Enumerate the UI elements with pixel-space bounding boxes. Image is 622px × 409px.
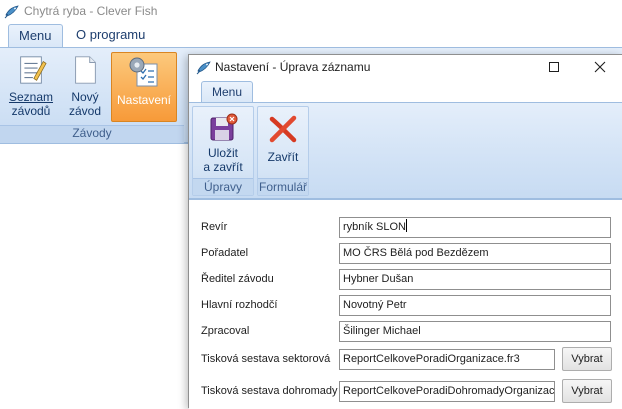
nastaveni-button[interactable]: Nastavení: [111, 52, 177, 122]
vybrat-sektorova-button[interactable]: Vybrat: [562, 347, 612, 371]
tab-menu[interactable]: Menu: [8, 24, 63, 48]
main-tab-bar: Menu O programu: [0, 22, 622, 48]
dialog-title: Nastavení - Úprava záznamu: [215, 60, 371, 74]
poradatel-input[interactable]: MO ČRS Bělá pod Bezdězem: [339, 243, 611, 264]
close-icon: [594, 61, 606, 73]
list-document-icon: [20, 56, 47, 84]
novy-label-line2: závod: [68, 104, 102, 118]
poradatel-label: Pořadatel: [201, 247, 249, 259]
sestava-sektorova-label: Tisková sestava sektorová: [201, 353, 331, 365]
close-x-icon: [269, 115, 297, 143]
main-window-title-bar: Chytrá ryba - Clever Fish: [0, 0, 622, 22]
sestava-sektorova-input[interactable]: ReportCelkovePoradiOrganizace.fr3: [339, 349, 555, 370]
maximize-button[interactable]: [531, 55, 577, 79]
upravy-group: Uložit a zavřít Úpravy: [192, 106, 254, 196]
form-row-sestava-sektorova: Tisková sestava sektorová ReportCelkoveP…: [189, 347, 622, 373]
form-row-hlavni-rozhodci: Hlavní rozhodčí Novotný Petr: [189, 293, 622, 319]
zpracoval-label: Zpracoval: [201, 325, 250, 337]
close-window-button[interactable]: [577, 55, 622, 79]
zavody-group-label: Závody: [72, 126, 112, 140]
ulozit-label-line2: a zavřít: [203, 160, 243, 174]
tab-o-programu[interactable]: O programu: [66, 24, 155, 48]
settings-gear-icon: [129, 57, 158, 87]
fish-app-icon: [196, 61, 211, 75]
form-row-zpracoval: Zpracoval Šilinger Michael: [189, 319, 622, 345]
dialog-tab-menu[interactable]: Menu: [201, 81, 254, 103]
dialog-title-bar: Nastavení - Úprava záznamu: [189, 55, 622, 79]
sestava-dohromady-label: Tisková sestava dohromady: [201, 385, 338, 397]
dialog-ribbon: Uložit a zavřít Úpravy Zavřít Formulář: [189, 102, 622, 200]
novy-zavod-button[interactable]: Nový závod: [62, 54, 108, 118]
zpracoval-input[interactable]: Šilinger Michael: [339, 321, 611, 342]
seznam-label-line1: Seznam: [8, 90, 54, 104]
maximize-icon: [549, 62, 559, 72]
save-disk-icon: [210, 113, 238, 141]
ulozit-label-line1: Uložit: [207, 146, 238, 160]
formular-group-label: Formulář: [258, 178, 308, 195]
seznam-zavodu-button[interactable]: Seznam závodů: [8, 54, 54, 118]
nastaveni-label: Nastavení: [116, 93, 172, 107]
fish-app-icon: [4, 5, 19, 19]
settings-dialog: Nastavení - Úprava záznamu Menu Uložit a…: [188, 54, 622, 409]
settings-form: Revír rybník SLON Pořadatel MO ČRS Bělá …: [189, 201, 622, 409]
dialog-tab-bar: Menu: [189, 79, 622, 103]
novy-label-line1: Nový: [71, 90, 99, 104]
form-row-poradatel: Pořadatel MO ČRS Bělá pod Bezdězem: [189, 241, 622, 267]
hlavni-rozhodci-input[interactable]: Novotný Petr: [339, 295, 611, 316]
zavrit-label: Zavřít: [267, 150, 299, 164]
revir-input[interactable]: rybník SLON: [339, 217, 611, 238]
zavrit-button[interactable]: Zavřít: [260, 113, 306, 164]
form-row-revir: Revír rybník SLON: [189, 215, 622, 241]
revir-label: Revír: [201, 221, 228, 233]
reditel-input[interactable]: Hybner Dušan: [339, 269, 611, 290]
formular-group: Zavřít Formulář: [257, 106, 309, 196]
upravy-group-label: Úpravy: [193, 178, 253, 195]
seznam-label-line2: závodů: [11, 104, 51, 118]
main-window-title: Chytrá ryba - Clever Fish: [24, 4, 158, 18]
hlavni-rozhodci-label: Hlavní rozhodčí: [201, 299, 278, 311]
revir-value: rybník SLON: [343, 221, 406, 233]
reditel-label: Ředitel závodu: [201, 273, 274, 285]
text-caret: [405, 219, 407, 232]
ulozit-a-zavrit-button[interactable]: Uložit a zavřít: [195, 113, 251, 174]
vybrat-dohromady-button[interactable]: Vybrat: [562, 379, 612, 403]
form-row-reditel: Ředitel závodu Hybner Dušan: [189, 267, 622, 293]
sestava-dohromady-input[interactable]: ReportCelkovePoradiDohromadyOrganizace.: [339, 381, 555, 402]
form-row-sestava-dohromady: Tisková sestava dohromady ReportCelkoveP…: [189, 379, 622, 405]
new-document-icon: [75, 56, 96, 84]
